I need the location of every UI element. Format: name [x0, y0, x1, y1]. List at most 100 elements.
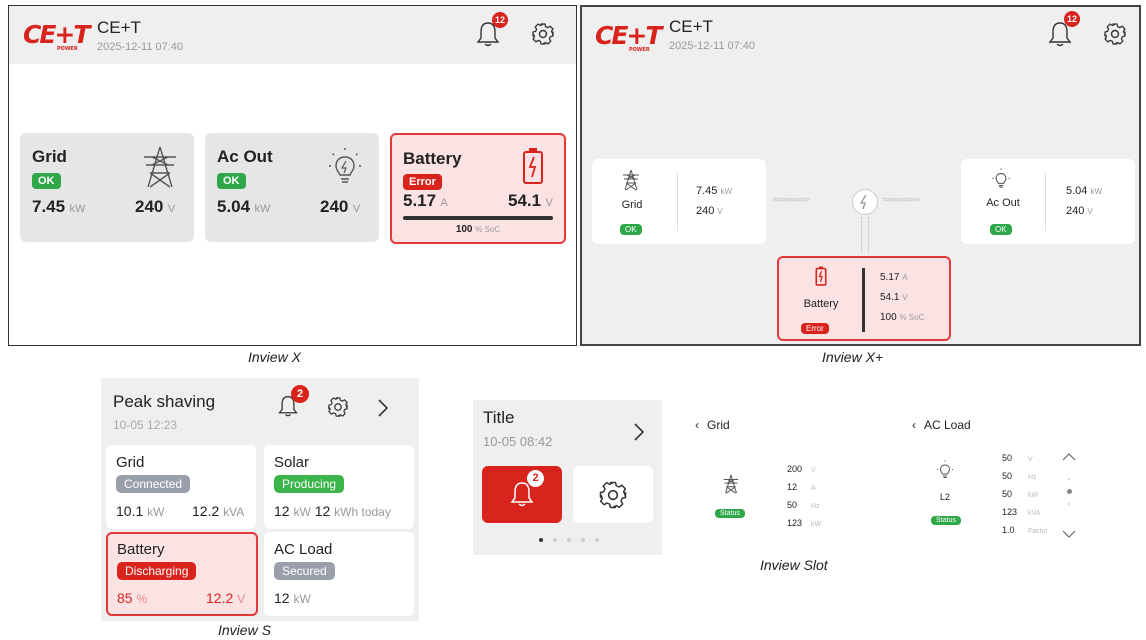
grid-status-badge: OK [620, 224, 642, 235]
acout-voltage-unit: V [1087, 207, 1093, 216]
battery-current-value: 5.17 [403, 191, 437, 210]
reading-unit: Factor [1028, 528, 1048, 535]
battery-label: Battery [403, 149, 462, 168]
chevron-left-icon: ‹ [695, 418, 699, 432]
reading-value: 1.0 [1002, 525, 1015, 535]
notifications-button[interactable]: 12 [475, 12, 508, 50]
reading-value: 50 [1002, 489, 1013, 499]
logo-text: CE+T [23, 20, 90, 49]
grid-voltage-unit: V [167, 203, 176, 215]
notification-badge: 2 [291, 385, 309, 403]
acout-power-value: 5.04 [217, 197, 251, 216]
battery-card[interactable]: Battery Error 5.17 A 54.1 V 100 % SoC [390, 133, 566, 244]
settings-button[interactable] [531, 22, 555, 46]
battery-voltage-value: 12.2 [206, 590, 234, 606]
back-button[interactable]: ‹ Grid [695, 418, 730, 432]
grid-label: Grid [621, 199, 643, 211]
power-tower-icon [138, 145, 182, 189]
logo: CE+T POWER [595, 23, 662, 53]
grid-status-badge: Connected [116, 475, 191, 493]
grid-power-unit: kW [69, 203, 86, 215]
grid-card[interactable]: Grid Connected 10.1 kW 12.2 kVA [106, 445, 256, 529]
back-button[interactable]: ‹ AC Load [912, 418, 971, 432]
inview-xplus-screen: CE+T POWER CE+T 2025-12-11 07:40 12 Grid… [580, 5, 1141, 346]
notification-badge: 2 [527, 470, 544, 487]
battery-voltage-unit: V [902, 293, 908, 302]
caption-inview-xplus: Inview X+ [822, 349, 884, 365]
grid-power-unit: kW [720, 187, 733, 196]
reading-value: 123 [1002, 507, 1018, 517]
caption-inview-s: Inview S [218, 622, 271, 638]
battery-soc-unit: % [136, 592, 148, 606]
page-indicator [539, 538, 599, 544]
phase-label: L2 [939, 492, 950, 502]
solar-card[interactable]: Solar Producing 12 kW 12 kWh today [264, 445, 414, 529]
soc-unit: % SoC [475, 225, 501, 234]
settings-button[interactable] [1103, 22, 1127, 46]
chevron-up-icon[interactable] [1062, 452, 1076, 461]
acload-status-badge: Secured [274, 562, 335, 580]
page-dot[interactable] [553, 538, 557, 542]
reading-value: 50 [1002, 453, 1013, 463]
inview-slot-screen: Title 10-05 08:42 2 [473, 400, 662, 555]
grid-card[interactable]: Grid OK 7.45 kW 240 V [20, 133, 194, 242]
grid-power-value: 7.45 [32, 197, 66, 216]
chevron-right-icon[interactable] [377, 398, 389, 418]
grid-readings: 200 V 12 A 50 Hz 123 kW [787, 461, 821, 533]
page-dot[interactable] [595, 538, 599, 542]
grid-status-badge: OK [32, 173, 61, 189]
acout-power-unit: kW [254, 203, 271, 215]
notifications-button[interactable]: 2 [277, 385, 309, 420]
chevron-down-icon[interactable] [1062, 530, 1076, 539]
acout-label: Ac Out [986, 197, 1020, 209]
acout-card[interactable]: Ac Out OK 5.04 kW 240 V [205, 133, 379, 242]
scroll-dot [1068, 503, 1070, 505]
grid-node[interactable]: Grid OK 7.45 kW 240 V [592, 159, 766, 244]
flow-arrows-left: >>>>>>>>>>>> [772, 197, 810, 204]
battery-status-badge: Discharging [117, 562, 197, 580]
power-tower-icon [620, 169, 642, 191]
battery-icon [522, 147, 544, 185]
acload-readings: 50 V 50 Hz 50 kW 123 kVA 1.0 Factor [1002, 450, 1048, 540]
timestamp: 2025-12-11 07:40 [669, 40, 756, 52]
notification-badge: 12 [492, 12, 508, 28]
device-title: CE+T [669, 17, 713, 36]
grid-apparent-unit: kVA [223, 505, 245, 519]
battery-label: Battery [803, 298, 839, 310]
solar-energy-unit: kWh today [334, 505, 391, 519]
acload-card[interactable]: AC Load Secured 12 kW [264, 532, 414, 616]
acout-status-badge: OK [990, 224, 1012, 235]
gear-icon [328, 397, 348, 417]
soc-value: 100 [455, 224, 473, 235]
grid-label: Grid [707, 418, 730, 432]
battery-node[interactable]: Battery Error 5.17 A 54.1 V 100 % SoC [777, 256, 951, 341]
soc-unit: % SoC [899, 313, 925, 322]
acout-node[interactable]: Ac Out OK 5.04 kW 240 V [961, 159, 1135, 244]
timestamp: 10-05 12:23 [113, 418, 178, 432]
soc-bar [403, 216, 553, 220]
light-bulb-icon [989, 167, 1013, 191]
notifications-button[interactable]: 12 [1047, 11, 1080, 50]
settings-button[interactable] [327, 396, 349, 418]
slot-grid-detail: ‹ Grid Status 200 V 12 A 50 Hz 123 kW [695, 410, 855, 540]
scroll-indicator [1067, 478, 1072, 508]
caption-inview-x: Inview X [248, 349, 301, 365]
page-dot[interactable] [581, 538, 585, 542]
acout-power-value: 5.04 [1066, 185, 1088, 197]
battery-status-badge: Error [403, 174, 442, 190]
acload-status-badge: Status [931, 516, 961, 525]
battery-card[interactable]: Battery Discharging 85 % 12.2 V [106, 532, 258, 616]
page-dot[interactable] [567, 538, 571, 542]
reading-unit: A [811, 485, 816, 492]
page-title: Title [483, 408, 515, 427]
grid-voltage-unit: V [717, 207, 723, 216]
battery-status-badge: Error [801, 323, 829, 334]
grid-label: Grid [32, 147, 67, 166]
light-bulb-icon [934, 459, 956, 481]
notifications-button[interactable]: 2 [482, 466, 562, 523]
settings-button[interactable] [573, 466, 653, 523]
page-dot-active[interactable] [539, 538, 543, 542]
chevron-right-icon[interactable] [633, 422, 645, 442]
flow-arrows-right: >>>>>>>>>>>> [882, 197, 920, 204]
chevron-left-icon: ‹ [912, 418, 916, 432]
